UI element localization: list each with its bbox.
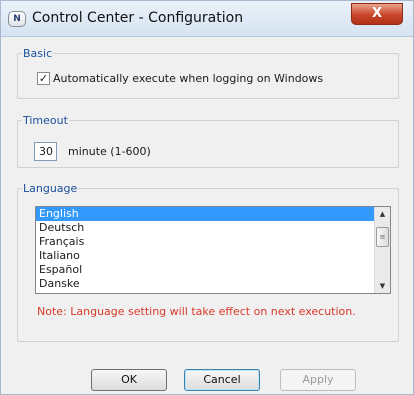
language-item[interactable]: Français bbox=[36, 235, 374, 249]
scroll-thumb[interactable]: ≡ bbox=[376, 227, 389, 247]
language-item[interactable]: English bbox=[36, 207, 374, 221]
configuration-dialog: N Control Center - Configuration X Basic… bbox=[0, 0, 414, 395]
language-listbox[interactable]: English Deutsch Français Italiano Español Dan… bbox=[35, 206, 391, 294]
timeout-legend: Timeout bbox=[23, 114, 68, 127]
basic-legend: Basic bbox=[23, 47, 53, 60]
language-scrollbar[interactable]: ▲ ≡ ▼ bbox=[374, 207, 390, 293]
ok-button[interactable]: OK bbox=[91, 369, 167, 391]
language-list-items: English Deutsch Français Italiano Español Dan… bbox=[36, 207, 374, 293]
language-item[interactable]: Italiano bbox=[36, 249, 374, 263]
app-icon: N bbox=[8, 11, 26, 27]
cancel-button[interactable]: Cancel bbox=[184, 369, 260, 391]
language-item[interactable]: Danske bbox=[36, 277, 374, 291]
timeout-unit-label: minute (1-600) bbox=[68, 145, 151, 158]
window-title: Control Center - Configuration bbox=[32, 10, 244, 26]
scroll-down-arrow-icon[interactable]: ▼ bbox=[375, 279, 390, 293]
language-item[interactable]: Español bbox=[36, 263, 374, 277]
auto-execute-label: Automatically execute when logging on Wi… bbox=[53, 72, 324, 85]
language-item[interactable]: Deutsch bbox=[36, 221, 374, 235]
scroll-up-arrow-icon[interactable]: ▲ bbox=[375, 207, 390, 221]
title-bar[interactable]: N Control Center - Configuration X bbox=[1, 1, 413, 37]
close-button[interactable]: X bbox=[351, 3, 403, 25]
language-legend: Language bbox=[23, 182, 78, 195]
apply-button[interactable]: Apply bbox=[280, 369, 356, 391]
timeout-group: Timeout bbox=[17, 114, 399, 168]
language-note: Note: Language setting will take effect … bbox=[37, 305, 356, 318]
auto-execute-checkbox[interactable]: ✓ bbox=[37, 72, 50, 85]
timeout-input[interactable]: 30 bbox=[34, 142, 57, 161]
